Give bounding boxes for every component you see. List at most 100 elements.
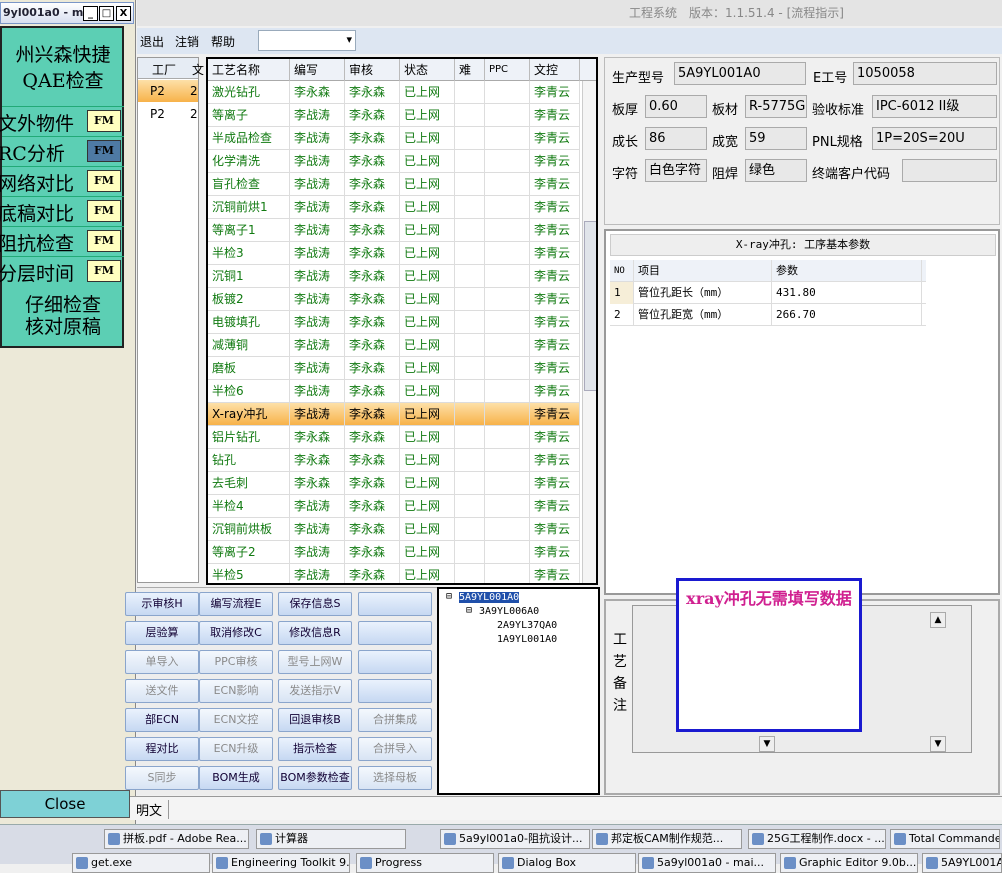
table-row[interactable]: 化学清洗 李战涛 李永森 已上网 李青云: [208, 150, 580, 173]
column-header-author[interactable]: 编写: [290, 59, 345, 81]
minimize-icon[interactable]: _: [83, 6, 98, 21]
table-row[interactable]: 半检4 李战涛 李永森 已上网 李青云: [208, 495, 580, 518]
taskbar-item[interactable]: 5A9YL001A0: [922, 853, 1002, 873]
tab-document[interactable]: 明文: [136, 800, 170, 819]
scroll-up-icon[interactable]: ▲: [930, 612, 946, 628]
column-header-ppc[interactable]: PPC: [485, 59, 530, 81]
params-value-cell[interactable]: 266.70: [772, 304, 922, 326]
grid-scrollbar-thumb[interactable]: [584, 221, 596, 391]
action-button[interactable]: [358, 592, 432, 616]
menu-combobox[interactable]: [258, 30, 356, 51]
grid-scrollbar[interactable]: [582, 81, 596, 583]
table-row[interactable]: 1 管位孔距长（mm） 431.80: [610, 282, 926, 304]
tree-expand-icon[interactable]: ⊟: [446, 591, 452, 602]
action-button[interactable]: ECN文控: [199, 708, 273, 732]
table-row[interactable]: 等离子1 李战涛 李永森 已上网 李青云: [208, 219, 580, 242]
fm-button[interactable]: FM: [87, 140, 121, 162]
column-header-doc[interactable]: 文: [192, 61, 204, 78]
column-header-difficulty[interactable]: 难: [455, 59, 485, 81]
table-row[interactable]: 沉铜1 李战涛 李永森 已上网 李青云: [208, 265, 580, 288]
column-header-status[interactable]: 状态: [400, 59, 455, 81]
table-row[interactable]: 减薄铜 李战涛 李永森 已上网 李青云: [208, 334, 580, 357]
action-button[interactable]: PPC审核: [199, 650, 273, 674]
taskbar-item[interactable]: get.exe: [72, 853, 210, 873]
e-no-field[interactable]: 1050058: [853, 62, 997, 85]
action-button[interactable]: 修改信息R: [278, 621, 352, 645]
menu-help[interactable]: 帮助: [211, 33, 235, 50]
column-header-doc-control[interactable]: 文控: [530, 59, 580, 81]
taskbar-item[interactable]: 计算器: [256, 829, 406, 849]
table-row[interactable]: 等离子2 李战涛 李永森 已上网 李青云: [208, 541, 580, 564]
qae-check-item[interactable]: 文外物件 FM: [0, 106, 124, 135]
maximize-icon[interactable]: □: [99, 6, 114, 21]
action-button[interactable]: 保存信息S: [278, 592, 352, 616]
thickness-field[interactable]: 0.60: [645, 95, 707, 118]
action-button[interactable]: 编写流程E: [199, 592, 273, 616]
table-row[interactable]: 等离子 李战涛 李永森 已上网 李青云: [208, 104, 580, 127]
pnl-field[interactable]: 1P=20S=20U: [872, 127, 997, 150]
solder-field[interactable]: 绿色: [745, 159, 807, 182]
fm-button[interactable]: FM: [87, 260, 121, 282]
action-button[interactable]: 单导入: [125, 650, 199, 674]
close-button[interactable]: Close: [0, 790, 130, 818]
length-field[interactable]: 86: [645, 127, 707, 150]
table-row[interactable]: 半检3 李战涛 李永森 已上网 李青云: [208, 242, 580, 265]
taskbar-item[interactable]: Graphic Editor 9.0b...: [780, 853, 918, 873]
action-button[interactable]: 层验算: [125, 621, 199, 645]
column-header-reviewer[interactable]: 审核: [345, 59, 400, 81]
action-button[interactable]: 选择母板: [358, 766, 432, 790]
taskbar-item[interactable]: 拼板.pdf - Adobe Rea...: [104, 829, 249, 849]
column-header-process[interactable]: 工艺名称: [208, 59, 290, 81]
table-row[interactable]: 磨板 李战涛 李永森 已上网 李青云: [208, 357, 580, 380]
scroll-down-icon[interactable]: ▼: [759, 736, 775, 752]
action-button[interactable]: ECN升级: [199, 737, 273, 761]
taskbar-item[interactable]: 邦定板CAM制作规范...: [592, 829, 742, 849]
tree-node-child[interactable]: 3A9YL006A0: [479, 606, 539, 617]
fm-button[interactable]: FM: [87, 170, 121, 192]
prod-model-field[interactable]: 5A9YL001A0: [674, 62, 806, 85]
width-field[interactable]: 59: [745, 127, 807, 150]
standard-field[interactable]: IPC-6012 II级: [872, 95, 997, 118]
taskbar-item[interactable]: Engineering Toolkit 9...: [212, 853, 350, 873]
table-row[interactable]: 盲孔检查 李战涛 李永森 已上网 李青云: [208, 173, 580, 196]
qae-check-item[interactable]: 网络对比 FM: [0, 166, 124, 195]
table-row[interactable]: 沉铜前烘板 李战涛 李永森 已上网 李青云: [208, 518, 580, 541]
qae-window-titlebar[interactable]: 9yl001a0 - m... _ □ X: [0, 2, 134, 24]
taskbar-item[interactable]: Dialog Box: [498, 853, 636, 873]
action-button[interactable]: [358, 650, 432, 674]
action-button[interactable]: 指示检查: [278, 737, 352, 761]
action-button[interactable]: 型号上网W: [278, 650, 352, 674]
table-row[interactable]: P2 20: [138, 80, 198, 102]
tree-node-leaf[interactable]: 1A9YL001A0: [497, 634, 557, 645]
action-button[interactable]: S同步: [125, 766, 199, 790]
action-button[interactable]: BOM参数检查: [278, 766, 352, 790]
taskbar-item[interactable]: 25G工程制作.docx - ...: [748, 829, 886, 849]
tree-node-leaf[interactable]: 2A9YL37QA0: [497, 620, 557, 631]
taskbar-item[interactable]: 5a9yl001a0-阻抗设计...: [440, 829, 590, 849]
action-button[interactable]: 回退审核B: [278, 708, 352, 732]
table-row[interactable]: 2 管位孔距宽（mm） 266.70: [610, 304, 926, 326]
table-row[interactable]: 铝片钻孔 李永森 李永森 已上网 李青云: [208, 426, 580, 449]
action-button[interactable]: [358, 679, 432, 703]
taskbar-item[interactable]: Progress: [356, 853, 494, 873]
column-header-factory[interactable]: 工厂: [152, 61, 176, 78]
action-button[interactable]: 取消修改C: [199, 621, 273, 645]
action-button[interactable]: 发送指示V: [278, 679, 352, 703]
action-button[interactable]: 程对比: [125, 737, 199, 761]
table-row[interactable]: 激光钻孔 李永森 李永森 已上网 李青云: [208, 81, 580, 104]
action-button[interactable]: BOM生成: [199, 766, 273, 790]
table-row[interactable]: 半成品检查 李战涛 李永森 已上网 李青云: [208, 127, 580, 150]
action-button[interactable]: 部ECN: [125, 708, 199, 732]
table-row[interactable]: 钻孔 李永森 李永森 已上网 李青云: [208, 449, 580, 472]
menu-logout[interactable]: 注销: [175, 33, 199, 50]
action-button[interactable]: 示审核H: [125, 592, 199, 616]
tree-node-root[interactable]: 5A9YL001A0: [459, 592, 520, 603]
action-button[interactable]: [358, 621, 432, 645]
qae-check-item[interactable]: 分层时间 FM: [0, 256, 124, 285]
action-button[interactable]: 合拼集成: [358, 708, 432, 732]
menu-exit[interactable]: 退出: [140, 33, 164, 50]
table-row[interactable]: 沉铜前烘1 李战涛 李永森 已上网 李青云: [208, 196, 580, 219]
action-button[interactable]: 送文件: [125, 679, 199, 703]
table-row[interactable]: X-ray冲孔 李战涛 李永森 已上网 李青云: [208, 403, 580, 426]
taskbar-item[interactable]: Total Commander: [890, 829, 1000, 849]
